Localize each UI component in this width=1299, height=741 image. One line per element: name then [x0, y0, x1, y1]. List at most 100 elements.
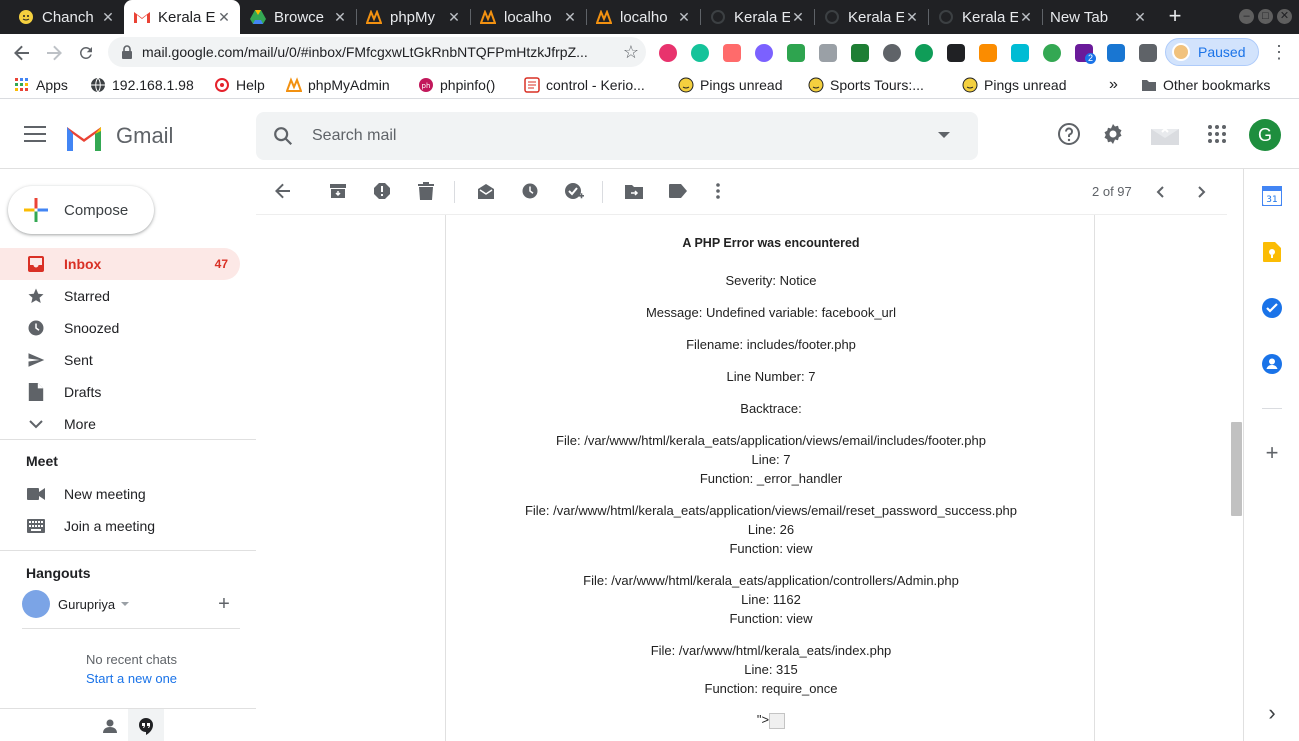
add-chat-icon[interactable]: + [215, 594, 233, 614]
labels-button[interactable] [668, 181, 688, 201]
search-input[interactable] [312, 124, 912, 148]
main-menu-icon[interactable] [24, 126, 46, 142]
reload-button[interactable] [73, 40, 99, 66]
report-spam-button[interactable] [372, 181, 392, 201]
extension-icon[interactable]: 2 [1075, 44, 1097, 64]
browser-tab[interactable]: Browce ✕ [240, 0, 356, 34]
back-to-inbox-button[interactable] [273, 181, 293, 201]
tab-close-icon[interactable]: ✕ [1018, 9, 1034, 26]
google-calendar-icon[interactable]: 31 [1261, 185, 1283, 207]
mail-app-icon[interactable] [1149, 121, 1181, 147]
tab-close-icon[interactable]: ✕ [1132, 9, 1148, 26]
extension-icon[interactable] [915, 44, 933, 62]
extension-icon[interactable] [1011, 44, 1029, 62]
bookmark-star-icon[interactable]: ☆ [616, 42, 646, 63]
scrollbar-thumb[interactable] [1231, 422, 1242, 516]
back-button[interactable] [9, 40, 35, 66]
browser-tab[interactable]: Chanch ✕ [8, 0, 124, 34]
minimize-button[interactable]: – [1239, 9, 1254, 24]
new-tab-button[interactable]: + [1163, 4, 1187, 28]
tab-close-icon[interactable]: ✕ [100, 9, 116, 26]
sidebar-item-starred[interactable]: Starred [0, 280, 240, 312]
bookmark-sports-tours[interactable]: Sports Tours:... [808, 75, 924, 95]
new-meeting-button[interactable]: New meeting [0, 478, 240, 510]
browser-tab-active[interactable]: Kerala E ✕ [124, 0, 240, 34]
close-window-button[interactable]: ✕ [1277, 9, 1292, 24]
bookmark-help[interactable]: Help [214, 75, 265, 95]
chevron-left-icon[interactable] [1151, 182, 1171, 202]
browser-tab[interactable]: Kerala E ✕ [814, 0, 928, 34]
search-icon[interactable] [272, 125, 294, 147]
tab-close-icon[interactable]: ✕ [446, 9, 462, 26]
settings-gear-icon[interactable] [1101, 122, 1125, 146]
forward-button[interactable] [41, 40, 67, 66]
bookmark-pings-2[interactable]: Pings unread [962, 75, 1067, 95]
help-icon[interactable] [1057, 122, 1081, 146]
account-avatar[interactable]: G [1249, 119, 1281, 151]
browser-tab[interactable]: New Tab ✕ [1042, 0, 1156, 34]
hangouts-user-menu[interactable]: Gurupriya [22, 590, 130, 618]
bookmark-kerio[interactable]: control - Kerio... [524, 75, 645, 95]
contacts-tab[interactable] [92, 709, 128, 741]
browser-tab[interactable]: localho ✕ [586, 0, 700, 34]
extension-icon[interactable] [659, 44, 677, 62]
grammarly-icon[interactable] [691, 44, 709, 62]
sidebar-item-inbox[interactable]: Inbox 47 [0, 248, 240, 280]
google-apps-icon[interactable] [1205, 122, 1229, 146]
list-icon[interactable] [947, 44, 965, 62]
gmail-logo-icon[interactable] [65, 123, 103, 151]
bookmarks-overflow-button[interactable]: » [1109, 75, 1118, 95]
extension-icon[interactable] [851, 44, 869, 62]
browser-tab[interactable]: Kerala E ✕ [700, 0, 814, 34]
archive-button[interactable] [328, 181, 348, 201]
extension-icon[interactable] [883, 44, 901, 62]
maximize-button[interactable]: □ [1258, 9, 1273, 24]
sidebar-item-sent[interactable]: Sent [0, 344, 240, 376]
expand-side-panel-button[interactable]: › [1261, 702, 1283, 724]
sidebar-item-snoozed[interactable]: Snoozed [0, 312, 240, 344]
trello-icon[interactable] [1107, 44, 1125, 62]
snooze-button[interactable] [520, 181, 540, 201]
extension-icon[interactable] [787, 44, 805, 62]
search-options-icon[interactable] [938, 132, 950, 138]
bookmark-phpinfo[interactable]: ph phpinfo() [418, 75, 495, 95]
browser-menu-icon[interactable]: ⋮ [1270, 42, 1288, 62]
browser-tab[interactable]: Kerala E ✕ [928, 0, 1042, 34]
bookmark-phpmyadmin[interactable]: phpMyAdmin [286, 75, 390, 95]
extension-icon[interactable] [979, 44, 997, 62]
add-to-tasks-button[interactable] [564, 181, 584, 201]
google-contacts-icon[interactable] [1261, 353, 1283, 375]
tab-close-icon[interactable]: ✕ [790, 9, 806, 26]
other-bookmarks[interactable]: Other bookmarks [1141, 75, 1270, 95]
extension-icon[interactable] [755, 44, 773, 62]
move-to-button[interactable] [624, 181, 644, 201]
tab-close-icon[interactable]: ✕ [904, 9, 920, 26]
profile-button[interactable]: Paused [1165, 38, 1259, 66]
bookmark-apps[interactable]: Apps [14, 75, 68, 95]
bookmark-pings[interactable]: Pings unread [678, 75, 783, 95]
sidebar-item-drafts[interactable]: Drafts [0, 376, 240, 408]
conversations-tab[interactable] [128, 709, 164, 741]
get-add-ons-button[interactable]: + [1261, 442, 1283, 464]
more-actions-button[interactable] [708, 181, 728, 201]
delete-button[interactable] [416, 181, 436, 201]
google-tasks-icon[interactable] [1261, 297, 1283, 319]
tab-close-icon[interactable]: ✕ [676, 9, 692, 26]
start-new-chat-link[interactable]: Start a new one [0, 671, 263, 686]
camera-icon[interactable] [819, 44, 837, 62]
browser-tab[interactable]: phpMy ✕ [356, 0, 470, 34]
mark-unread-button[interactable] [476, 181, 496, 201]
google-keep-icon[interactable] [1261, 241, 1283, 263]
browser-tab[interactable]: localho ✕ [470, 0, 586, 34]
join-meeting-button[interactable]: Join a meeting [0, 510, 240, 542]
extension-icon[interactable] [1043, 44, 1061, 62]
extension-icon[interactable] [723, 44, 741, 62]
tab-close-icon[interactable]: ✕ [216, 9, 232, 26]
chevron-right-icon[interactable] [1191, 182, 1211, 202]
compose-button[interactable]: Compose [8, 186, 154, 234]
tab-close-icon[interactable]: ✕ [562, 9, 578, 26]
sidebar-item-more[interactable]: More [0, 408, 240, 440]
address-bar[interactable]: mail.google.com/mail/u/0/#inbox/FMfcgxwL… [108, 37, 646, 67]
bookmark-ip[interactable]: 192.168.1.98 [90, 75, 194, 95]
tab-close-icon[interactable]: ✕ [332, 9, 348, 26]
